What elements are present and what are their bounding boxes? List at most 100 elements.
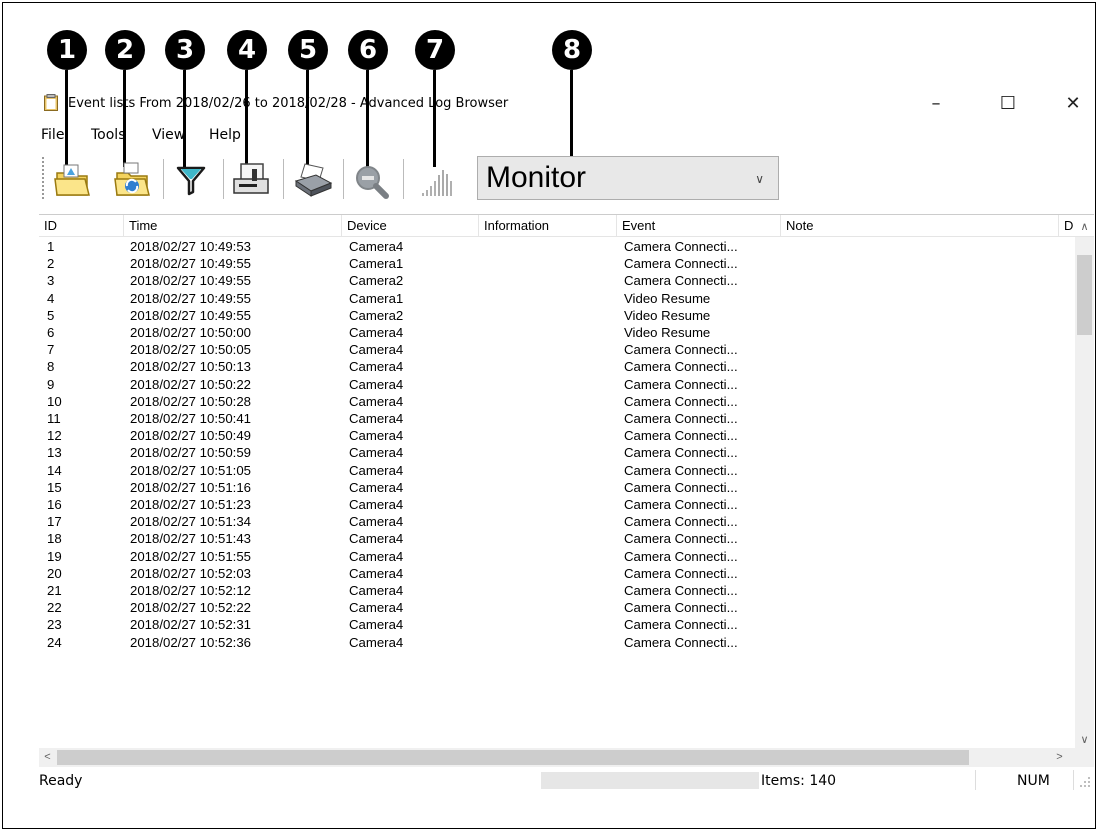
cell-id: 11 xyxy=(47,411,61,426)
cell-time: 2018/02/27 10:52:22 xyxy=(130,600,251,616)
cell-event: Video Resume xyxy=(624,290,711,306)
cell-device: Camera4 xyxy=(349,359,404,375)
signal-button[interactable] xyxy=(415,159,459,201)
table-row[interactable]: 7 2018/02/27 10:50:05 Camera4 Camera Connec… xyxy=(39,342,1075,358)
cell-device: Camera4 xyxy=(349,514,404,530)
print-button[interactable] xyxy=(291,159,335,201)
cell-time: 2018/02/27 10:51:05 xyxy=(130,462,251,478)
minimize-button[interactable]: – xyxy=(921,91,951,117)
table-row[interactable]: 18 2018/02/27 10:51:43 Camera4 Camera Conne… xyxy=(39,531,1075,547)
cell-id: 12 xyxy=(47,428,62,444)
column-header-id[interactable]: ID xyxy=(39,215,124,237)
toolbar-grip[interactable] xyxy=(42,157,44,199)
status-items: Items: 140 xyxy=(761,773,837,789)
table-row[interactable]: 11 2018/02/27 10:50:41 Camera4 Camera Conne… xyxy=(39,411,1075,427)
cell-id: 2 xyxy=(47,256,55,272)
menu-tools[interactable]: Tools xyxy=(91,127,126,143)
cell-event: Camera Connecti... xyxy=(624,428,738,444)
table-row[interactable]: 15 2018/02/27 10:51:16 Camera4 Camera Conne… xyxy=(39,480,1075,496)
scroll-down-icon[interactable]: ∨ xyxy=(1076,732,1093,749)
table-row[interactable]: 21 2018/02/27 10:52:12 Camera4 Camera Conne… xyxy=(39,583,1075,599)
app-icon xyxy=(44,94,58,111)
table-row[interactable]: 4 2018/02/27 10:49:55 Camera1 Video Resume xyxy=(39,291,1075,307)
cell-time: 2018/02/27 10:49:55 xyxy=(130,273,251,289)
filter-button[interactable] xyxy=(169,159,213,201)
cell-device: Camera4 xyxy=(349,565,404,581)
table-row[interactable]: 2 2018/02/27 10:49:55 Camera1 Camera Connec… xyxy=(39,256,1075,272)
scroll-up-icon[interactable]: ∧ xyxy=(1076,219,1093,236)
print-icon xyxy=(294,163,333,197)
toolbar-separator xyxy=(403,159,404,199)
filter-icon xyxy=(176,166,206,196)
cell-device: Camera4 xyxy=(349,462,404,478)
table-row[interactable]: 5 2018/02/27 10:49:55 Camera2 Video Resume xyxy=(39,308,1075,324)
cell-event: Camera Connecti... xyxy=(624,359,738,375)
status-divider xyxy=(975,770,976,790)
toolbar-separator xyxy=(223,159,224,199)
cell-event: Camera Connecti... xyxy=(624,497,738,512)
table-row[interactable]: 1 2018/02/27 10:49:53 Camera4 Camera Connec… xyxy=(39,239,1075,255)
table-row[interactable]: 6 2018/02/27 10:50:00 Camera4 Video Resume xyxy=(39,325,1075,341)
menu-help[interactable]: Help xyxy=(209,127,241,143)
column-header-device[interactable]: Device xyxy=(342,215,479,237)
cell-device: Camera4 xyxy=(349,531,404,547)
cell-device: Camera4 xyxy=(349,445,404,461)
table-row[interactable]: 10 2018/02/27 10:50:28 Camera4 Camera Conne… xyxy=(39,394,1075,410)
title-bar: Event lists From 2018/02/26 to 2018/02/2… xyxy=(41,91,1091,117)
cell-event: Camera Connecti... xyxy=(624,376,738,392)
cell-time: 2018/02/27 10:51:34 xyxy=(130,514,251,530)
column-header-note[interactable]: Note xyxy=(781,215,1059,237)
cell-time: 2018/02/27 10:52:12 xyxy=(130,583,251,598)
cell-device: Camera4 xyxy=(349,411,404,426)
table-row[interactable]: 19 2018/02/27 10:51:55 Camera4 Camera Conne… xyxy=(39,549,1075,565)
horizontal-scrollbar[interactable]: < > xyxy=(39,748,1075,767)
table-row[interactable]: 8 2018/02/27 10:50:13 Camera4 Camera Connec… xyxy=(39,359,1075,375)
export-button[interactable] xyxy=(229,159,273,201)
table-row[interactable]: 16 2018/02/27 10:51:23 Camera4 Camera Conne… xyxy=(39,497,1075,513)
search-button[interactable] xyxy=(349,159,393,201)
maximize-button[interactable]: ☐ xyxy=(993,91,1023,117)
cell-event: Camera Connecti... xyxy=(624,239,738,254)
menu-view[interactable]: View xyxy=(152,127,185,143)
monitor-select[interactable]: Monitor ∨ xyxy=(477,156,779,200)
callout-2: 2 xyxy=(105,30,145,70)
menu-file[interactable]: File xyxy=(41,127,64,143)
horizontal-scroll-thumb[interactable] xyxy=(57,750,969,765)
list-header: ID Time Device Information Event Note D xyxy=(39,215,1094,237)
resize-grip-icon[interactable] xyxy=(1079,776,1091,788)
cell-id: 5 xyxy=(47,307,55,323)
cell-id: 15 xyxy=(47,479,62,495)
scroll-right-icon[interactable]: > xyxy=(1051,749,1068,766)
vertical-scroll-thumb[interactable] xyxy=(1077,255,1092,335)
table-row[interactable]: 24 2018/02/27 10:52:36 Camera4 Camera Conne… xyxy=(39,635,1075,651)
scroll-left-icon[interactable]: < xyxy=(39,749,56,766)
table-row[interactable]: 13 2018/02/27 10:50:59 Camera4 Camera Conne… xyxy=(39,445,1075,461)
cell-event: Camera Connecti... xyxy=(624,411,738,426)
callout-4: 4 xyxy=(227,30,267,70)
column-header-event[interactable]: Event xyxy=(617,215,781,237)
window-title: Event lists From 2018/02/26 to 2018/02/2… xyxy=(68,96,509,111)
cell-device: Camera4 xyxy=(349,548,404,564)
vertical-scrollbar[interactable]: ∧ ∨ xyxy=(1075,221,1094,749)
column-header-d[interactable]: D xyxy=(1059,215,1075,237)
table-row[interactable]: 12 2018/02/27 10:50:49 Camera4 Camera Conne… xyxy=(39,428,1075,444)
table-row[interactable]: 20 2018/02/27 10:52:03 Camera4 Camera Conne… xyxy=(39,566,1075,582)
refresh-log-button[interactable] xyxy=(109,159,153,201)
table-row[interactable]: 9 2018/02/27 10:50:22 Camera4 Camera Connec… xyxy=(39,377,1075,393)
column-header-time[interactable]: Time xyxy=(124,215,342,237)
table-row[interactable]: 3 2018/02/27 10:49:55 Camera2 Camera Connec… xyxy=(39,273,1075,289)
cell-event: Camera Connecti... xyxy=(624,514,738,530)
cell-event: Camera Connecti... xyxy=(624,600,738,616)
status-bar: Ready Items: 140 NUM xyxy=(39,768,1094,792)
cell-event: Camera Connecti... xyxy=(624,479,738,495)
signal-icon xyxy=(422,170,452,196)
table-row[interactable]: 23 2018/02/27 10:52:31 Camera4 Camera Conne… xyxy=(39,617,1075,633)
table-row[interactable]: 22 2018/02/27 10:52:22 Camera4 Camera Conne… xyxy=(39,600,1075,616)
open-log-button[interactable] xyxy=(49,159,93,201)
table-row[interactable]: 17 2018/02/27 10:51:34 Camera4 Camera Conne… xyxy=(39,514,1075,530)
column-header-information[interactable]: Information xyxy=(479,215,617,237)
table-row[interactable]: 14 2018/02/27 10:51:05 Camera4 Camera Conne… xyxy=(39,463,1075,479)
cell-time: 2018/02/27 10:51:23 xyxy=(130,497,251,512)
cell-id: 1 xyxy=(47,239,55,254)
close-button[interactable]: ✕ xyxy=(1058,91,1088,117)
